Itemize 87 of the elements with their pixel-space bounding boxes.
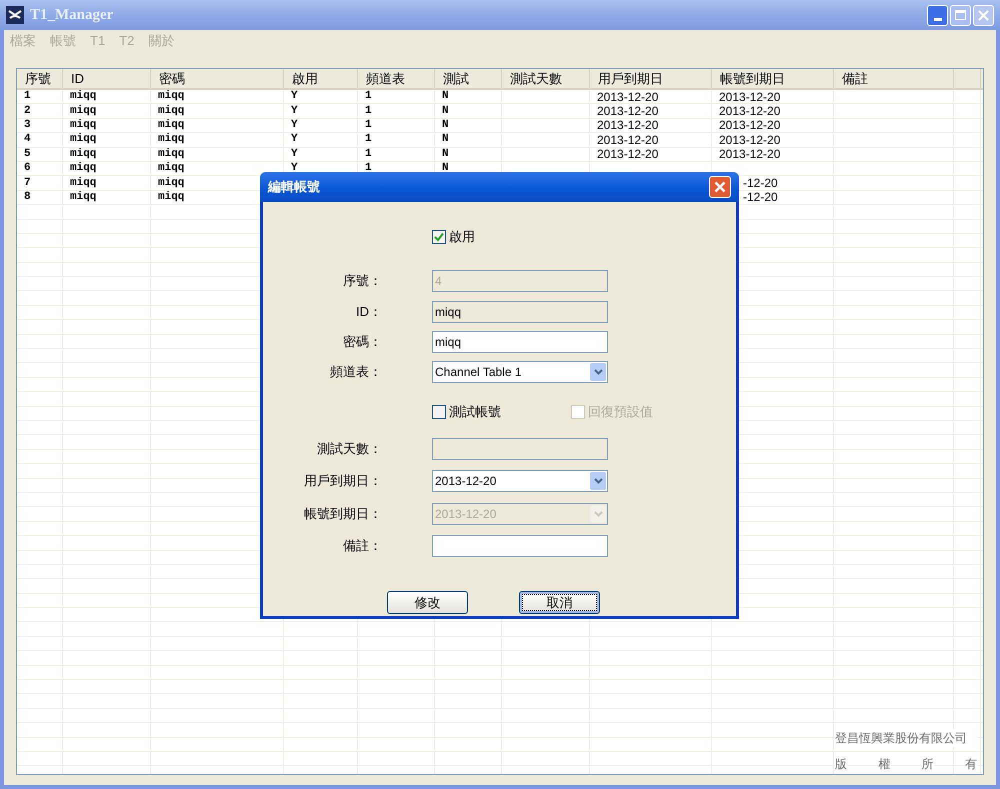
table-cell: 2013-12-20	[590, 104, 712, 118]
table-cell: miqq	[63, 148, 151, 161]
close-icon	[714, 181, 726, 193]
maximize-button[interactable]	[950, 4, 971, 26]
table-cell: Y	[284, 104, 358, 118]
table-cell: Y	[284, 90, 358, 104]
column-header[interactable]: 測試	[435, 69, 502, 88]
field-label: 密碼：	[343, 334, 382, 350]
table-cell: N	[435, 90, 502, 104]
table-cell: miqq	[151, 118, 284, 132]
table-cell: miqq	[63, 90, 151, 104]
table-cell: 2013-12-20	[712, 90, 834, 104]
table-cell: miqq	[63, 176, 151, 190]
company-name: 登昌恆興業股份有限公司	[835, 729, 977, 747]
table-cell: 2013-12-20	[712, 104, 834, 118]
column-header[interactable]: 用戶到期日	[590, 69, 712, 88]
table-cell: miqq	[151, 133, 284, 147]
table-cell: 2013-12-20	[590, 118, 712, 132]
table-cell: 4	[17, 133, 63, 147]
table-cell: 5	[17, 148, 63, 161]
table-cell: 8	[17, 190, 63, 204]
app-icon	[6, 6, 24, 24]
table-cell: miqq	[63, 133, 151, 147]
table-cell: miqq	[151, 148, 284, 161]
minimize-icon	[934, 18, 942, 20]
dialog-button[interactable]: 修改	[387, 591, 468, 614]
table-cell: 2013-12-20	[590, 148, 712, 161]
column-header[interactable]: 帳號到期日	[712, 69, 834, 88]
table-cell: 7	[17, 176, 63, 190]
table-cell: miqq	[63, 190, 151, 204]
close-icon	[978, 10, 989, 20]
field-label: 備註：	[343, 538, 382, 554]
close-button[interactable]	[973, 4, 994, 26]
table-cell: Y	[284, 118, 358, 132]
dialog-button[interactable]: 取消	[519, 591, 600, 614]
table-cell: 2013-12-20	[712, 148, 834, 161]
table-cell: 2013-12-20	[712, 133, 834, 147]
table-cell: miqq	[63, 162, 151, 176]
table-cell: 3	[17, 118, 63, 132]
input-field[interactable]: miqq	[432, 301, 608, 323]
close-button[interactable]	[709, 176, 731, 198]
checkbox[interactable]	[432, 230, 446, 244]
table-cell: 1	[358, 133, 435, 147]
table-cell: N	[435, 133, 502, 147]
column-header[interactable]: ID	[63, 69, 151, 88]
window-title: T1_Manager	[30, 6, 114, 25]
table-cell: 2013-12-20	[712, 118, 834, 132]
table-cell: miqq	[151, 90, 284, 104]
table-cell: 6	[17, 162, 63, 176]
field-label: 頻道表：	[330, 364, 382, 380]
table-cell: 2	[17, 104, 63, 118]
table-cell: 1	[17, 90, 63, 104]
column-header[interactable]: 序號	[17, 69, 63, 88]
column-header[interactable]: 密碼	[151, 69, 284, 88]
input-field[interactable]	[432, 535, 608, 557]
checkbox-label: 啟用	[449, 228, 475, 246]
column-header[interactable]: 備註	[834, 69, 954, 88]
table-cell: Y	[284, 148, 358, 161]
table-cell: N	[435, 148, 502, 161]
column-header[interactable]: 啟用	[284, 69, 358, 88]
table-cell: Y	[284, 133, 358, 147]
field-label: 序號：	[343, 273, 382, 288]
table-cell: miqq	[151, 104, 284, 118]
input-field[interactable]: miqq	[432, 331, 608, 353]
checkbox-label: 測試帳號	[449, 403, 501, 422]
field-label: 帳號到期日：	[304, 506, 382, 522]
column-header[interactable]: 測試天數	[502, 69, 590, 88]
table-cell: N	[435, 118, 502, 132]
table-cell: 2013-12-20	[590, 90, 712, 104]
table-cell: 1	[358, 104, 435, 118]
table-cell: 2013-12-20	[590, 133, 712, 147]
checkbox-label: 回復預設值	[588, 403, 653, 422]
table-cell: N	[435, 104, 502, 118]
field-label: 測試天數：	[317, 441, 382, 456]
minimize-button[interactable]	[927, 4, 948, 26]
maximize-icon	[955, 10, 966, 20]
column-header[interactable]: 頻道表	[358, 69, 435, 88]
table-cell: 1	[358, 90, 435, 104]
table-cell: 1	[358, 118, 435, 132]
checkbox[interactable]	[432, 405, 446, 419]
channel-dropdown[interactable]: Channel Table 1	[432, 361, 608, 383]
table-cell: miqq	[63, 104, 151, 118]
table-cell: miqq	[63, 118, 151, 132]
date-dropdown[interactable]: 2013-12-20	[432, 470, 608, 492]
field-label: ID：	[356, 304, 382, 320]
field-label: 用戶到期日：	[304, 473, 382, 488]
table-cell: 1	[358, 148, 435, 161]
